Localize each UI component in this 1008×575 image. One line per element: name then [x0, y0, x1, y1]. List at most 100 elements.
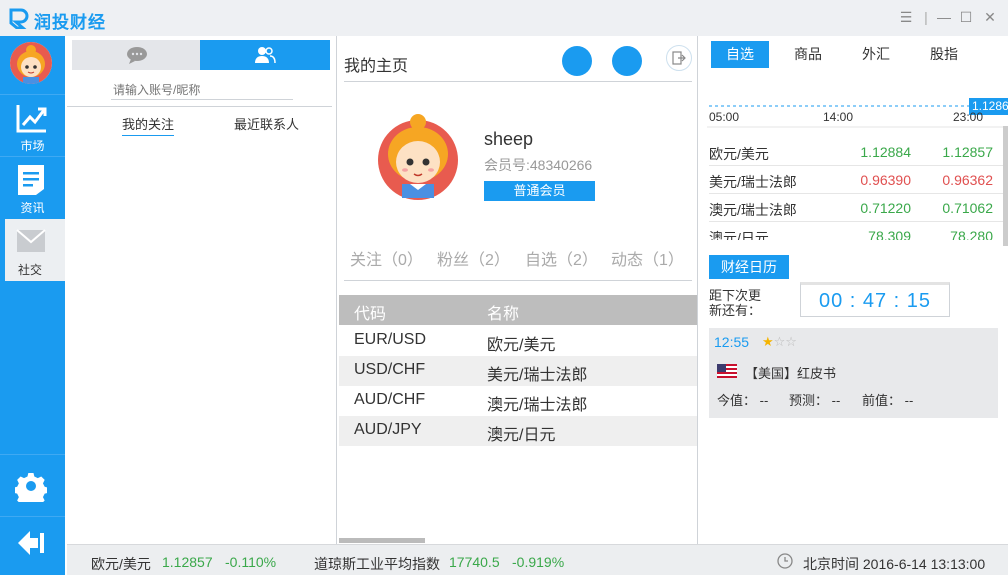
- tab-watchlist[interactable]: 自选: [711, 41, 769, 68]
- vertical-scrollbar[interactable]: [1003, 126, 1008, 246]
- social-panel: 我的关注 最近联系人: [67, 36, 337, 544]
- quote-name: 澳元/瑞士法郎: [709, 202, 797, 218]
- status-pair-name: 欧元/美元: [91, 556, 151, 572]
- quote-row[interactable]: 欧元/美元 1.12884 1.12857: [709, 138, 1004, 166]
- nav-label-market: 市场: [20, 139, 45, 153]
- stat-activity[interactable]: 动态（1）: [611, 246, 684, 270]
- nav-divider: [0, 516, 65, 517]
- quote-bid: 0.71220: [860, 200, 911, 216]
- quote-bid: 0.96390: [860, 172, 911, 188]
- tab-indices[interactable]: 股指: [915, 41, 973, 68]
- calendar-event-card[interactable]: 12:55 ★☆☆ 【美国】红皮书 今值： -- 预测： -- 前值： --: [709, 328, 998, 418]
- nav-item-social[interactable]: 社交: [5, 219, 65, 281]
- market-panel: 自选 商品 外汇 股指 1.1286 05:00 14:00 23:00 欧元/…: [699, 36, 1008, 544]
- profile-avatar-girl-icon: [378, 114, 458, 200]
- star-empty-icon: ☆☆: [773, 334, 797, 349]
- stat-following[interactable]: 关注（0）: [350, 246, 423, 270]
- quote-ask: 78.280: [950, 228, 993, 240]
- exit-arrow-icon[interactable]: [16, 529, 46, 557]
- event-previous: 前值： --: [862, 393, 914, 408]
- menu-icon[interactable]: ☰: [896, 8, 916, 26]
- table-row[interactable]: AUD/CHF 澳元/瑞士法郎: [339, 386, 697, 416]
- profile-action-button-1[interactable]: [562, 46, 592, 76]
- tab-forex[interactable]: 外汇: [847, 41, 905, 68]
- horizontal-scrollbar[interactable]: [339, 538, 425, 543]
- close-button[interactable]: ✕: [980, 8, 1000, 26]
- logout-icon: [672, 51, 686, 65]
- subtab-following[interactable]: 我的关注: [122, 114, 175, 136]
- quote-row[interactable]: 澳元/瑞士法郎 0.71220 0.71062: [709, 194, 1004, 222]
- quote-row[interactable]: 澳元/日元 78.309 78.280: [709, 222, 1004, 240]
- nav-item-market[interactable]: 市场: [0, 95, 65, 157]
- social-divider: [67, 106, 332, 107]
- quote-row[interactable]: 美元/瑞士法郎 0.96390 0.96362: [709, 166, 1004, 194]
- table-row[interactable]: USD/CHF 美元/瑞士法郎: [339, 356, 697, 386]
- star-filled-icon: ★: [762, 334, 774, 349]
- status-index-change: -0.919%: [512, 554, 565, 570]
- user-avatar[interactable]: [10, 42, 52, 84]
- quote-bid: 78.309: [868, 228, 911, 240]
- tab-contacts[interactable]: [200, 40, 330, 70]
- nav-divider: [0, 454, 65, 455]
- title-separator: |: [924, 9, 928, 25]
- stat-fans[interactable]: 粉丝（2）: [437, 246, 510, 270]
- logout-button[interactable]: [666, 45, 692, 71]
- status-beijing-time: 北京时间 2016-6-14 13:13:00: [803, 556, 986, 572]
- news-doc-icon: [18, 165, 44, 195]
- quote-ask: 1.12857: [942, 144, 993, 160]
- contacts-people-icon: [255, 47, 276, 64]
- status-index-price: 17740.5: [449, 554, 500, 570]
- header-name: 名称: [487, 306, 520, 323]
- event-title: 【美国】红皮书: [745, 366, 837, 381]
- status-pair-change: -0.110%: [225, 554, 277, 570]
- nav-label-news: 资讯: [20, 201, 45, 215]
- row-code: USD/CHF: [354, 361, 426, 378]
- social-mail-icon: [16, 229, 46, 252]
- page-title: 我的主页: [344, 58, 409, 75]
- row-name: 澳元/瑞士法郎: [487, 397, 588, 414]
- event-importance-stars: ★☆☆: [762, 334, 797, 350]
- status-index-name: 道琼斯工业平均指数: [314, 556, 440, 572]
- next-update-label: 距下次更新还有：: [709, 288, 762, 318]
- profile-username: sheep: [484, 129, 534, 149]
- quote-name: 澳元/日元: [709, 230, 769, 240]
- stats-divider: [344, 280, 692, 281]
- profile-panel: 我的主页 sheep 会员号:48340266 普通会员 关注（0） 粉丝（2）…: [339, 36, 698, 544]
- watchlist-table-header: 代码 名称: [339, 295, 697, 325]
- quote-ask: 0.71062: [942, 200, 993, 216]
- subtab-recent-contacts[interactable]: 最近联系人: [234, 114, 299, 133]
- profile-member-id: 会员号:48340266: [484, 157, 593, 173]
- clock-icon: [777, 553, 793, 569]
- quote-ask: 0.96362: [942, 172, 993, 188]
- stat-watchlist[interactable]: 自选（2）: [525, 246, 598, 270]
- status-bar: 欧元/美元 1.12857 -0.110% 道琼斯工业平均指数 17740.5 …: [67, 544, 1008, 575]
- contact-search-input[interactable]: [111, 80, 293, 100]
- chart-time-label: 14:00: [823, 110, 854, 124]
- profile-divider: [344, 81, 692, 82]
- nav-item-news[interactable]: 资讯: [0, 157, 65, 219]
- chart-time-label: 23:00: [953, 110, 984, 124]
- market-chart-icon: [16, 105, 47, 133]
- row-code: AUD/CHF: [354, 391, 426, 408]
- us-flag-icon: [717, 364, 737, 378]
- header-code: 代码: [354, 306, 387, 323]
- tab-commodities[interactable]: 商品: [779, 41, 837, 68]
- profile-action-button-2[interactable]: [612, 46, 642, 76]
- settings-gear-icon[interactable]: [15, 470, 47, 502]
- minimize-button[interactable]: —: [934, 8, 954, 26]
- app-title: 润投财经: [34, 13, 106, 32]
- row-name: 欧元/美元: [487, 337, 556, 354]
- event-time: 12:55: [714, 334, 750, 350]
- row-name: 美元/瑞士法郎: [487, 367, 588, 384]
- event-actual: 今值： --: [717, 393, 769, 408]
- quote-name: 美元/瑞士法郎: [709, 174, 797, 190]
- maximize-button[interactable]: ☐: [956, 8, 976, 26]
- tab-messages[interactable]: [72, 40, 200, 70]
- left-nav: 市场 资讯 社交: [0, 36, 65, 575]
- table-row[interactable]: AUD/JPY 澳元/日元: [339, 416, 697, 446]
- economic-calendar-button[interactable]: 财经日历: [709, 255, 789, 279]
- table-row[interactable]: EUR/USD 欧元/美元: [339, 326, 697, 356]
- countdown-timer: 00 : 47 : 15: [800, 282, 950, 317]
- status-pair-price: 1.12857: [162, 554, 213, 570]
- event-forecast: 预测： --: [789, 393, 841, 408]
